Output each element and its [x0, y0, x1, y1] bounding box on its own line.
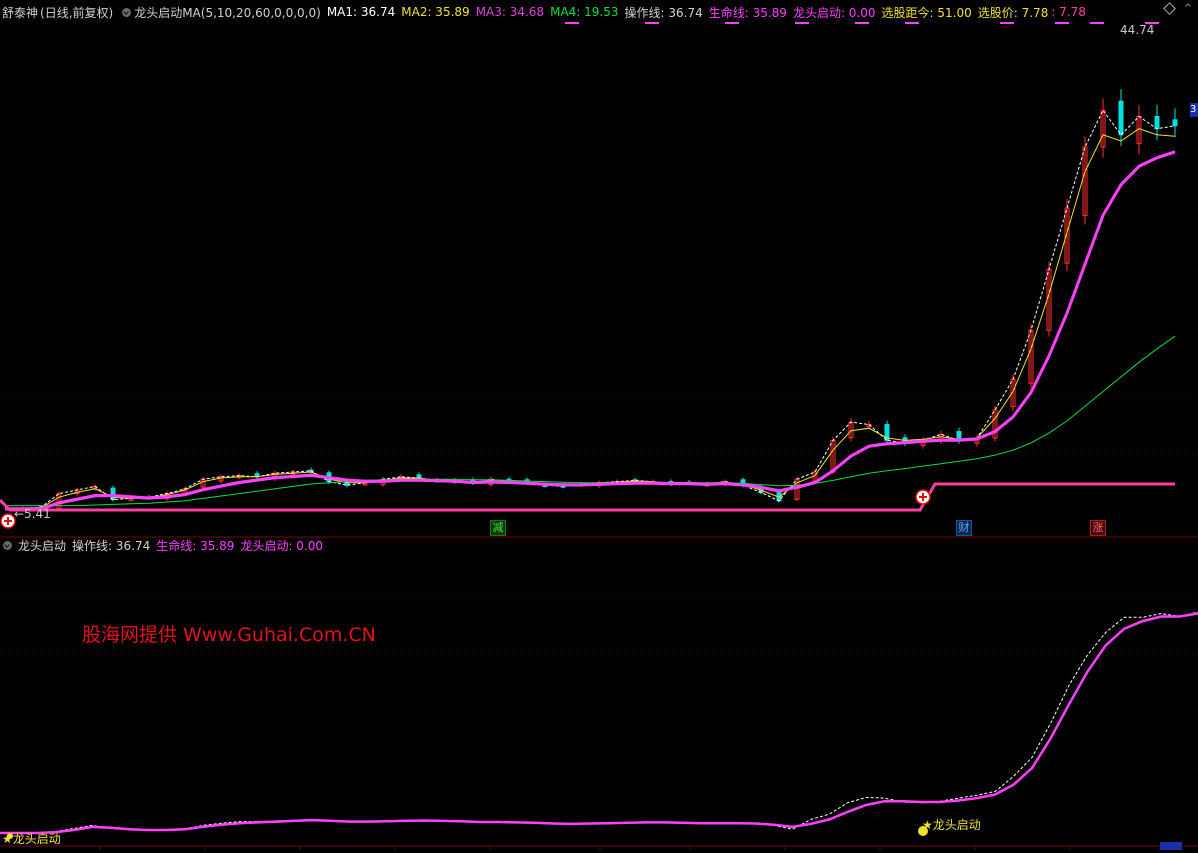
- right-edge-price-tag: 3: [1190, 103, 1198, 117]
- top-signal-dash-6: [1000, 22, 1014, 24]
- top-signal-dash-0: [565, 22, 579, 24]
- signal-label-right: ★龙头启动: [922, 818, 981, 832]
- ma1-value: MA1: 36.74: [326, 5, 396, 19]
- sub-op-line-value: 操作线: 36.74: [72, 538, 151, 553]
- ma-line-1: [5, 109, 1176, 509]
- sub-dragon-start-value: 龙头启动: 0.00: [240, 538, 324, 553]
- high-price-label: 44.74: [1120, 23, 1155, 37]
- indicator-name[interactable]: 龙头启动MA(5,10,20,60,0,0,0,0): [134, 4, 321, 21]
- life-line-value: 生命线: 35.89: [708, 5, 787, 20]
- top-signal-dash-2: [725, 22, 739, 24]
- sub-indicator-dropdown-icon[interactable]: [3, 540, 12, 550]
- stock-chart-window[interactable]: 舒泰神 (日线,前复权) 龙头启动MA(5,10,20,60,0,0,0,0) …: [0, 0, 1198, 850]
- chart-canvas[interactable]: [0, 0, 1198, 850]
- watermark-text: 股海网提供 Www.Guhai.Com.CN: [82, 624, 376, 646]
- event-tag-cai[interactable]: 财: [956, 520, 972, 536]
- sub-indicator-name[interactable]: 龙头启动: [18, 537, 66, 554]
- candle-body-64: [1154, 116, 1160, 130]
- period-label[interactable]: (日线,前复权): [40, 4, 113, 21]
- dragon-start-value: 龙头启动: 0.00: [792, 5, 876, 20]
- candle-body-62: [1118, 100, 1124, 136]
- candle-body-6: [110, 487, 116, 501]
- sub-life-line-value: 生命线: 35.89: [156, 538, 235, 553]
- top-signal-dash-3: [795, 22, 809, 24]
- top-signal-dash-7: [1055, 22, 1069, 24]
- top-signal-dash-4: [855, 22, 869, 24]
- ma4-value: MA4: 19.53: [550, 5, 619, 19]
- upper-price-pane[interactable]: [0, 22, 1178, 529]
- candle-body-65: [1172, 119, 1178, 127]
- low-price-label: ←5.41: [14, 507, 51, 521]
- select-distance-value: 选股距今: 51.00: [881, 5, 972, 20]
- top-signal-dash-1: [645, 22, 659, 24]
- ma2-value: MA2: 35.89: [401, 5, 470, 19]
- grid-lines: [0, 29, 1198, 850]
- sub-indicator-header: 龙头启动 操作线: 36.74 生命线: 35.89 龙头启动: 0.00: [0, 535, 1180, 555]
- select-price-value-2: : 7.78: [1051, 5, 1086, 19]
- signal-label-left: ★龙头启动: [2, 832, 61, 846]
- bottom-edge-tag: [1160, 842, 1182, 850]
- top-signal-dash-8: [1090, 22, 1104, 24]
- indicator-dropdown-icon[interactable]: [122, 7, 132, 17]
- event-tag-zhang[interactable]: 涨: [1090, 520, 1106, 536]
- ma-line-2: [5, 128, 1176, 509]
- op-line-value: 操作线: 36.74: [624, 5, 703, 20]
- ma-line-4: [5, 335, 1176, 507]
- main-indicator-header: 舒泰神 (日线,前复权) 龙头启动MA(5,10,20,60,0,0,0,0) …: [0, 2, 1180, 22]
- ma3-value: MA3: 34.68: [475, 5, 545, 19]
- select-price-value: 选股价: 7.78: [977, 5, 1049, 20]
- event-tag-jian[interactable]: 减: [490, 520, 506, 536]
- pane-collapse-icon[interactable]: ^: [1184, 3, 1192, 14]
- stock-name[interactable]: 舒泰神: [2, 4, 38, 21]
- top-signal-dash-5: [905, 22, 919, 24]
